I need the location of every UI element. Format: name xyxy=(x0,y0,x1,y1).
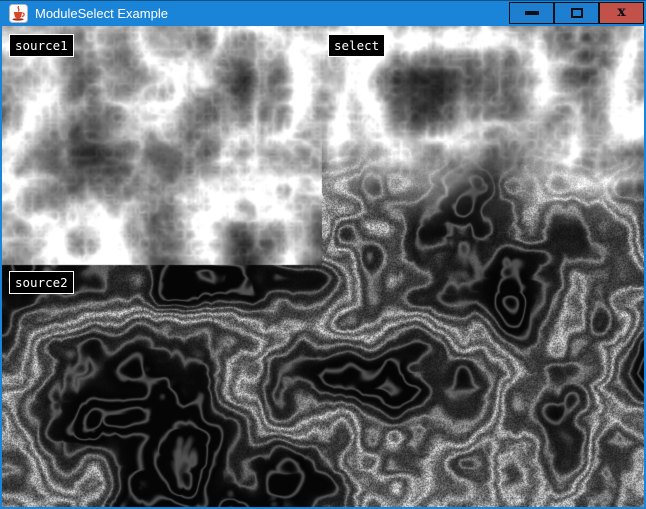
app-window: ModuleSelect Example x source1 select so… xyxy=(0,0,646,509)
window-title: ModuleSelect Example xyxy=(35,6,168,21)
render-area: source1 select source2 xyxy=(2,26,644,507)
java-coffee-cup-icon[interactable] xyxy=(9,4,28,23)
maximize-icon xyxy=(571,8,583,18)
close-button[interactable]: x xyxy=(599,2,644,24)
label-source1: source1 xyxy=(9,34,74,57)
label-select: select xyxy=(328,34,385,57)
close-icon: x xyxy=(617,5,625,19)
label-source2: source2 xyxy=(9,271,74,294)
noise-canvas xyxy=(2,26,644,507)
maximize-button[interactable] xyxy=(554,2,599,24)
minimize-icon xyxy=(525,11,539,15)
titlebar[interactable]: ModuleSelect Example x xyxy=(0,0,646,26)
window-controls: x xyxy=(509,2,644,24)
minimize-button[interactable] xyxy=(509,2,554,24)
